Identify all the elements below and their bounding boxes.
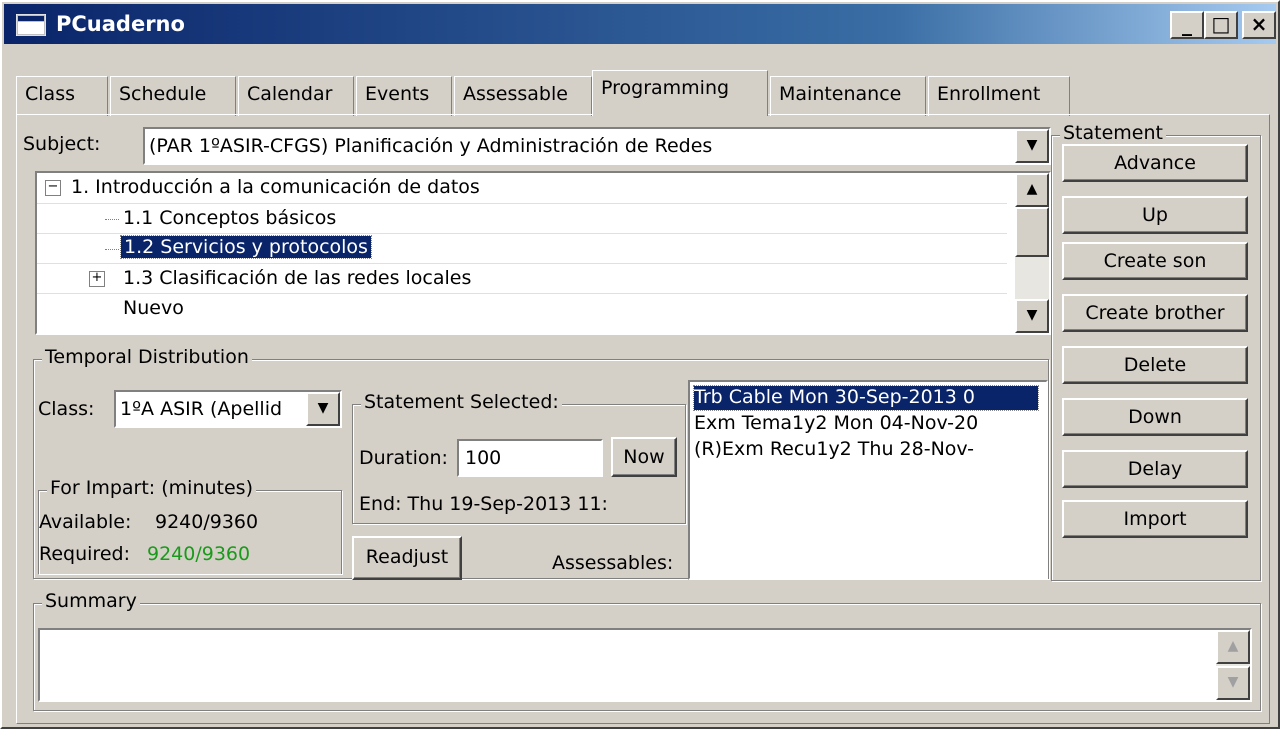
tab-maintenance[interactable]: Maintenance: [770, 76, 926, 116]
available-value: 9240/9360: [155, 511, 259, 533]
list-item[interactable]: Trb Cable Mon 30-Sep-2013 0: [693, 385, 1039, 411]
class-value: 1ºA ASIR (Apellid: [120, 398, 283, 420]
tree-item-label: 1.3 Clasificación de las redes locales: [123, 267, 472, 289]
expand-icon[interactable]: +: [89, 271, 105, 287]
readjust-button[interactable]: Readjust: [352, 536, 462, 580]
class-select[interactable]: 1ºA ASIR (Apellid ▼: [114, 390, 342, 428]
delete-button[interactable]: Delete: [1062, 346, 1248, 384]
class-dropdown-button[interactable]: ▼: [306, 392, 340, 426]
app-window-icon: [16, 14, 46, 36]
summary-group: Summary ▲ ▼: [33, 590, 1261, 711]
advance-button[interactable]: Advance: [1062, 144, 1248, 182]
tab-label: Calendar: [247, 83, 333, 105]
temporal-distribution-group: Temporal Distribution Class: 1ºA ASIR (A…: [33, 346, 1049, 580]
list-item[interactable]: Exm Tema1y2 Mon 04-Nov-20: [694, 412, 1038, 436]
arrow-down-icon: ▼: [1026, 307, 1038, 323]
tab-enrollment[interactable]: Enrollment: [928, 76, 1070, 116]
minimize-button[interactable]: _: [1170, 11, 1204, 39]
summary-scrollbar[interactable]: ▲ ▼: [1216, 630, 1250, 700]
import-button[interactable]: Import: [1062, 500, 1248, 538]
tree-item[interactable]: + 1.3 Clasificación de las redes locales: [37, 263, 1007, 294]
scroll-thumb[interactable]: [1015, 207, 1049, 257]
tab-events[interactable]: Events: [356, 76, 452, 116]
assessables-list[interactable]: Trb Cable Mon 30-Sep-2013 0 Exm Tema1y2 …: [688, 380, 1048, 580]
create-son-button[interactable]: Create son: [1062, 242, 1248, 280]
window-title: PCuaderno: [56, 12, 185, 36]
arrow-up-icon: ▲: [1227, 638, 1239, 654]
scroll-up-button[interactable]: ▲: [1216, 630, 1250, 664]
scroll-down-button[interactable]: ▼: [1216, 666, 1250, 700]
subject-label: Subject:: [23, 133, 101, 155]
temporal-distribution-legend: Temporal Distribution: [42, 346, 252, 368]
summary-legend: Summary: [42, 590, 140, 612]
tab-label: Programming: [601, 77, 730, 99]
collapse-icon[interactable]: −: [45, 180, 61, 196]
for-impart-legend: For Impart: (minutes): [47, 477, 256, 499]
chevron-down-icon: ▼: [317, 400, 329, 416]
tree-item[interactable]: 1.2 Servicios y protocolos: [37, 233, 1007, 264]
tab-label: Events: [365, 83, 430, 105]
list-item[interactable]: (R)Exm Recu1y2 Thu 28-Nov-: [694, 438, 1038, 462]
tab-class[interactable]: Class: [16, 76, 108, 116]
statement-selected-legend: Statement Selected:: [361, 391, 562, 413]
maximize-icon: □: [1211, 12, 1231, 36]
create-brother-button[interactable]: Create brother: [1062, 294, 1248, 332]
down-button[interactable]: Down: [1062, 398, 1248, 436]
tab-calendar[interactable]: Calendar: [238, 76, 354, 116]
scroll-down-button[interactable]: ▼: [1015, 299, 1049, 333]
duration-label: Duration:: [359, 447, 448, 469]
tab-schedule[interactable]: Schedule: [110, 76, 236, 116]
tab-label: Schedule: [119, 83, 207, 105]
tab-label: Assessable: [463, 83, 568, 105]
tree-item-label: Nuevo: [123, 297, 184, 319]
delay-button[interactable]: Delay: [1062, 450, 1248, 488]
required-value: 9240/9360: [147, 543, 251, 565]
subject-dropdown-button[interactable]: ▼: [1015, 129, 1049, 163]
title-bar[interactable]: PCuaderno _ □ ×: [4, 4, 1276, 44]
tree-item-label: 1. Introducción a la comunicación de dat…: [71, 176, 480, 198]
arrow-down-icon: ▼: [1227, 674, 1239, 690]
tree-item[interactable]: 1.1 Conceptos básicos: [37, 203, 1007, 234]
now-button[interactable]: Now: [611, 437, 677, 477]
summary-textarea[interactable]: ▲ ▼: [38, 628, 1252, 702]
chevron-down-icon: ▼: [1026, 137, 1038, 153]
subject-select[interactable]: (PAR 1ºASIR-CFGS) Planificación y Admini…: [143, 127, 1051, 165]
for-impart-group: For Impart: (minutes) Available: 9240/93…: [38, 477, 342, 574]
close-button[interactable]: ×: [1242, 11, 1276, 39]
subject-value: (PAR 1ºASIR-CFGS) Planificación y Admini…: [149, 135, 713, 157]
statement-legend: Statement: [1060, 122, 1166, 144]
end-text: End: Thu 19-Sep-2013 11:: [359, 493, 608, 515]
app-window: PCuaderno _ □ × Class Schedule Calendar …: [0, 0, 1280, 729]
statement-group: Statement Advance Up Create son Create b…: [1051, 122, 1261, 581]
scroll-up-button[interactable]: ▲: [1015, 173, 1049, 207]
close-icon: ×: [1250, 12, 1268, 36]
tree-scrollbar[interactable]: ▲ ▼: [1015, 173, 1049, 333]
required-label: Required:: [39, 543, 130, 565]
tab-label: Class: [25, 83, 75, 105]
minimize-icon: _: [1182, 12, 1192, 36]
tab-programming[interactable]: Programming: [592, 70, 768, 116]
tab-label: Maintenance: [779, 83, 902, 105]
assessables-label: Assessables:: [552, 552, 674, 574]
tab-label: Enrollment: [937, 83, 1041, 105]
tree-item-label: 1.1 Conceptos básicos: [123, 207, 337, 229]
programming-tree[interactable]: − 1. Introducción a la comunicación de d…: [35, 171, 1051, 335]
up-button[interactable]: Up: [1062, 196, 1248, 234]
programming-panel: Subject: (PAR 1ºASIR-CFGS) Planificación…: [16, 114, 1270, 724]
statement-selected-group: Statement Selected: Duration: Now End: T…: [352, 391, 686, 524]
arrow-up-icon: ▲: [1026, 181, 1038, 197]
tree-item[interactable]: Nuevo: [37, 293, 1007, 324]
tree-item-label: 1.2 Servicios y protocolos: [120, 235, 372, 259]
class-label: Class:: [38, 398, 95, 420]
tree-item[interactable]: − 1. Introducción a la comunicación de d…: [37, 173, 1007, 203]
available-label: Available:: [39, 511, 132, 533]
maximize-button[interactable]: □: [1204, 11, 1238, 39]
duration-input[interactable]: [457, 439, 603, 477]
tab-assessable[interactable]: Assessable: [454, 76, 592, 116]
